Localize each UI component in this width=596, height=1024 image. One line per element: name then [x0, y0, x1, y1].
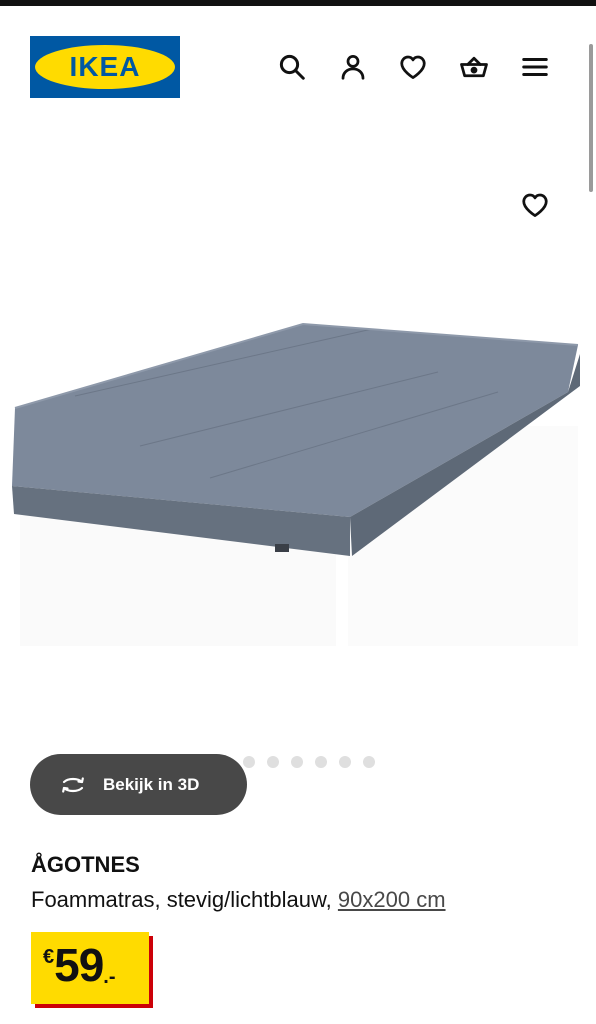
view-in-3d-button[interactable]: Bekijk in 3D	[30, 754, 247, 815]
price-integer: 59	[54, 939, 104, 991]
basket-icon	[460, 56, 488, 78]
price-tag: € 59 .-	[31, 932, 149, 1004]
search-icon	[279, 54, 305, 80]
add-to-favorites-button[interactable]	[516, 186, 554, 224]
gallery-dot-1[interactable]	[219, 756, 231, 768]
gallery-dot-3[interactable]	[267, 756, 279, 768]
gallery-dot-6[interactable]	[339, 756, 351, 768]
rotate-3d-icon	[62, 776, 84, 793]
gallery-pagination	[219, 756, 375, 768]
price-currency: €	[43, 946, 55, 968]
product-size-link[interactable]: 90x200 cm	[338, 887, 446, 912]
product-description: Foammatras, stevig/lichtblauw, 90x200 cm	[31, 887, 446, 913]
view-in-3d-label: Bekijk in 3D	[103, 774, 200, 794]
logo-text: IKEA	[69, 51, 141, 82]
heart-icon	[522, 193, 548, 217]
basket-button[interactable]	[457, 50, 491, 84]
product-gallery[interactable]: Bekijk in 3D	[0, 116, 596, 815]
account-button[interactable]	[336, 50, 370, 84]
gallery-dot-2[interactable]	[243, 756, 255, 768]
menu-icon	[522, 58, 548, 76]
product-name: ÅGOTNES	[31, 852, 140, 877]
price-decimal: .-	[103, 966, 116, 988]
ikea-logo[interactable]: IKEA	[30, 36, 180, 98]
search-button[interactable]	[275, 50, 309, 84]
gallery-dot-5[interactable]	[315, 756, 327, 768]
heart-icon	[400, 55, 426, 79]
product-image-mattress	[12, 322, 580, 646]
favorites-button[interactable]	[396, 50, 430, 84]
gallery-dot-4[interactable]	[291, 756, 303, 768]
account-icon	[341, 55, 365, 80]
gallery-dot-7[interactable]	[363, 756, 375, 768]
site-header: IKEA	[0, 6, 596, 116]
product-description-text: Foammatras, stevig/lichtblauw,	[31, 887, 338, 912]
logo-oval: IKEA	[35, 45, 175, 89]
menu-button[interactable]	[518, 50, 552, 84]
